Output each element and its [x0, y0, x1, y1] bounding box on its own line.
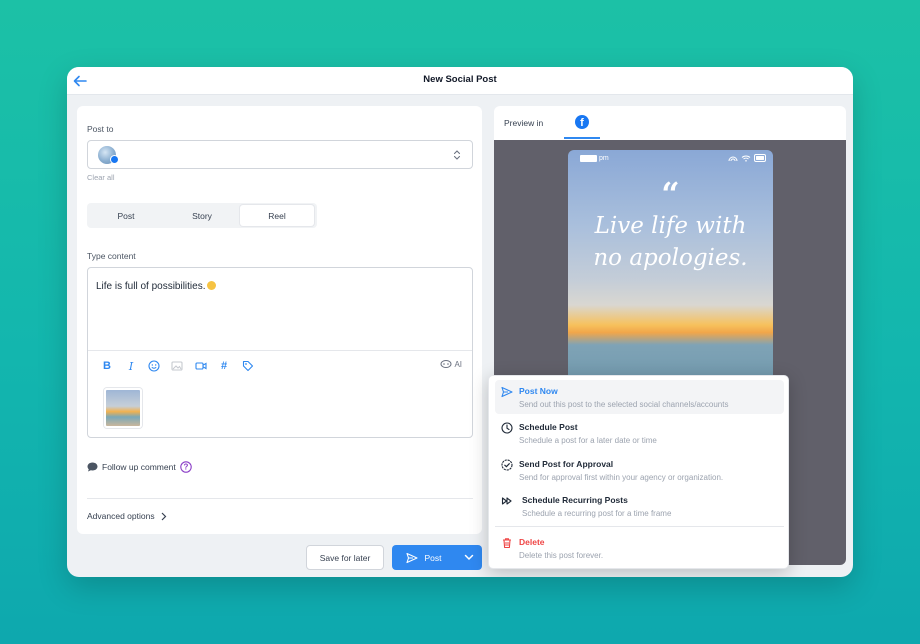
send-icon [406, 552, 419, 563]
tab-reel[interactable]: Reel [240, 205, 314, 226]
post-main-button[interactable]: Post [392, 545, 456, 570]
account-select[interactable] [87, 140, 473, 169]
tab-post[interactable]: Post [89, 205, 163, 226]
menu-desc: Schedule a recurring post for a time fra… [522, 509, 672, 518]
follow-up-comment[interactable]: Follow up comment ? [87, 461, 192, 473]
tab-facebook-preview[interactable]: f [564, 106, 600, 139]
content-value: Life is full of possibilities. [96, 281, 206, 292]
clock-icon [501, 422, 513, 434]
content-label: Type content [87, 251, 136, 261]
advanced-options-toggle[interactable]: Advanced options [87, 511, 167, 521]
emoji-glyph [206, 281, 216, 290]
video-icon[interactable] [194, 359, 208, 373]
menu-desc: Send for approval first within your agen… [519, 473, 724, 482]
emoji-icon[interactable] [147, 359, 161, 373]
menu-desc: Delete this post forever. [519, 551, 604, 560]
content-text[interactable]: Life is full of possibilities. [96, 281, 216, 292]
menu-divider [495, 526, 784, 527]
menu-title: Send Post for Approval [519, 459, 614, 469]
titlebar: New Social Post [67, 67, 853, 95]
menu-delete[interactable]: Delete Delete this post forever. [495, 531, 784, 565]
recurring-icon [501, 497, 512, 505]
phone-preview: pm “ Live life with no apologies. [568, 150, 773, 400]
facebook-icon: f [575, 114, 589, 129]
post-button[interactable]: Post [392, 545, 482, 570]
post-label: Post [424, 552, 442, 563]
ai-assist-button[interactable]: AI [440, 359, 462, 369]
help-icon[interactable]: ? [179, 461, 192, 473]
facebook-badge-icon [110, 155, 119, 164]
approval-check-icon [501, 459, 513, 471]
quote-line-2: no apologies. [593, 245, 748, 271]
ai-label: AI [454, 359, 462, 369]
post-options-menu: Post Now Send out this post to the selec… [488, 375, 789, 569]
post-type-tabs: Post Story Reel [87, 203, 317, 228]
compose-panel: Post to Clear all Post Story Reel Type c… [77, 106, 482, 534]
svg-text:?: ? [183, 463, 188, 472]
ai-icon [440, 360, 452, 368]
chevron-right-icon [161, 512, 166, 520]
follow-up-label: Follow up comment [102, 462, 176, 472]
menu-desc: Schedule a post for a later date or time [519, 436, 657, 445]
quote-text: Live life with no apologies. [578, 210, 763, 274]
preview-label: Preview in [504, 118, 544, 128]
section-divider [87, 498, 473, 499]
menu-title: Post Now [519, 386, 558, 396]
menu-schedule-recurring[interactable]: Schedule Recurring Posts Schedule a recu… [495, 489, 784, 523]
menu-send-for-approval[interactable]: Send Post for Approval Send for approval… [495, 453, 784, 487]
time-redacted [580, 155, 597, 162]
wifi-icon [741, 155, 751, 162]
clear-all-link[interactable]: Clear all [87, 173, 115, 182]
comment-icon [87, 462, 98, 472]
tab-story[interactable]: Story [165, 205, 239, 226]
status-icons [728, 154, 767, 162]
battery-icon [754, 154, 766, 162]
tag-icon[interactable] [241, 359, 255, 373]
menu-title: Delete [519, 537, 545, 547]
signal-icon [728, 156, 738, 162]
hashtag-icon[interactable]: # [217, 359, 231, 373]
editor-divider [88, 350, 472, 351]
chevron-updown-icon [453, 150, 461, 160]
menu-title: Schedule Post [519, 422, 578, 432]
menu-desc: Send out this post to the selected socia… [519, 400, 729, 409]
post-to-label: Post to [87, 124, 114, 134]
content-editor[interactable]: Life is full of possibilities. B I # AI [87, 267, 473, 438]
quote-line-1: Live life with [594, 213, 747, 239]
page-title: New Social Post [423, 74, 497, 85]
post-options-toggle[interactable] [456, 545, 482, 570]
chevron-down-icon [464, 554, 474, 561]
status-time: pm [580, 155, 609, 162]
save-for-later-button[interactable]: Save for later [306, 545, 384, 570]
trash-icon [503, 538, 511, 549]
italic-icon[interactable]: I [124, 359, 138, 373]
media-thumbnail[interactable] [104, 388, 142, 428]
advanced-options-label: Advanced options [87, 511, 155, 521]
bold-icon[interactable]: B [100, 359, 114, 373]
menu-title: Schedule Recurring Posts [522, 495, 628, 505]
send-icon [501, 386, 513, 398]
time-suffix: pm [599, 155, 609, 162]
quote-mark: “ [661, 175, 680, 213]
new-post-window: New Social Post Post to Clear all Post S… [67, 67, 853, 577]
menu-schedule-post[interactable]: Schedule Post Schedule a post for a late… [495, 416, 784, 450]
menu-post-now[interactable]: Post Now Send out this post to the selec… [495, 380, 784, 414]
image-icon [170, 359, 184, 373]
